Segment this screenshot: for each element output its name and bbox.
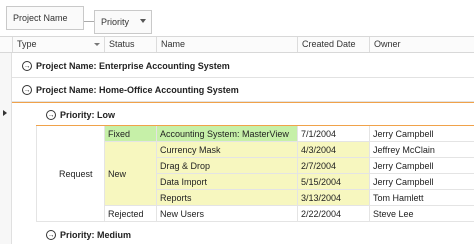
group-row-priority-low[interactable]: → Priority: Low	[46, 103, 466, 127]
cell-text: Accounting System: MasterView	[160, 129, 289, 139]
cell-text: Rejected	[108, 209, 144, 219]
cell-created-date[interactable]: 5/15/2004	[297, 174, 369, 190]
cell-status-fixed[interactable]: Fixed	[104, 126, 156, 142]
cell-text: 4/3/2004	[301, 145, 337, 155]
column-header-label: Type	[17, 39, 37, 49]
group-chip-project-name[interactable]: Project Name	[6, 6, 84, 30]
expand-icon[interactable]: →	[22, 85, 32, 95]
cell-status-rejected[interactable]: Rejected	[104, 206, 156, 222]
cell-text: 5/15/2004	[301, 177, 342, 187]
cell-created-date[interactable]: 2/7/2004	[297, 158, 369, 174]
group-row-label: Priority: Medium	[60, 230, 132, 240]
cell-text: New Users	[160, 209, 205, 219]
cell-text: Drag & Drop	[160, 161, 211, 171]
column-header-row: Type Status Name Created Date Owner	[0, 36, 474, 53]
cell-owner[interactable]: Steve Lee	[369, 206, 474, 222]
group-chip-label: Priority	[101, 17, 130, 27]
cell-text: Reports	[160, 193, 192, 203]
expand-icon[interactable]: →	[46, 110, 56, 120]
cell-owner[interactable]: Tom Hamlett	[369, 190, 474, 206]
cell-text: Jerry Campbell	[373, 177, 434, 187]
current-row-indicator-icon	[3, 110, 7, 116]
cell-name[interactable]: New Users	[156, 206, 297, 222]
column-header-indicator	[0, 37, 12, 52]
cell-text: Jeffrey McClain	[373, 145, 435, 155]
cell-owner[interactable]: Jeffrey McClain	[369, 142, 474, 158]
group-row-label: Project Name: Home-Office Accounting Sys…	[36, 85, 239, 95]
cell-text: 3/13/2004	[301, 193, 342, 203]
group-row-priority-medium[interactable]: → Priority: Medium	[46, 223, 466, 244]
row-indicator-column	[0, 53, 12, 244]
cell-owner[interactable]: Jerry Campbell	[369, 174, 474, 190]
cell-text: 2/22/2004	[301, 209, 342, 219]
cell-name[interactable]: Accounting System: MasterView	[156, 126, 297, 142]
cell-text: Tom Hamlett	[373, 193, 424, 203]
cell-created-date[interactable]: 4/3/2004	[297, 142, 369, 158]
cell-text: Jerry Campbell	[373, 161, 434, 171]
group-row-label: Priority: Low	[60, 110, 116, 120]
cell-created-date[interactable]: 3/13/2004	[297, 190, 369, 206]
column-header-label: Created Date	[302, 39, 356, 49]
cell-name[interactable]: Data Import	[156, 174, 297, 190]
cell-name[interactable]: Reports	[156, 190, 297, 206]
cell-status-new[interactable]: New	[104, 142, 156, 206]
cell-text: Currency Mask	[160, 145, 221, 155]
cell-type-request[interactable]: Request	[36, 126, 104, 222]
group-chip-priority[interactable]: Priority	[94, 10, 152, 34]
sort-indicator-icon	[94, 43, 100, 46]
cell-text: 2/7/2004	[301, 161, 337, 171]
column-header-label: Name	[161, 39, 186, 49]
group-by-panel: Project Name Priority	[0, 0, 474, 36]
cell-text: Fixed	[108, 129, 131, 139]
group-row-project-enterprise[interactable]: → Project Name: Enterprise Accounting Sy…	[22, 54, 462, 78]
cell-name[interactable]: Currency Mask	[156, 142, 297, 158]
cell-owner[interactable]: Jerry Campbell	[369, 158, 474, 174]
cell-text: Request	[59, 168, 93, 179]
column-header-name[interactable]: Name	[156, 37, 297, 52]
cell-text: 7/1/2004	[301, 129, 337, 139]
column-header-created-date[interactable]: Created Date	[297, 37, 369, 52]
column-header-label: Status	[109, 39, 135, 49]
cell-text: Data Import	[160, 177, 208, 187]
column-header-status[interactable]: Status	[104, 37, 156, 52]
chevron-down-icon[interactable]	[140, 19, 146, 23]
column-header-type[interactable]: Type	[12, 37, 104, 52]
cell-created-date[interactable]: 7/1/2004	[297, 126, 369, 142]
group-row-project-home-office[interactable]: → Project Name: Home-Office Accounting S…	[22, 78, 462, 102]
cell-text: Jerry Campbell	[373, 129, 434, 139]
cell-text: New	[108, 168, 127, 179]
column-header-label: Owner	[374, 39, 401, 49]
group-chip-label: Project Name	[13, 13, 68, 23]
group-row-label: Project Name: Enterprise Accounting Syst…	[36, 61, 230, 71]
group-chip-connector	[84, 21, 94, 22]
column-header-owner[interactable]: Owner	[369, 37, 474, 52]
cell-name[interactable]: Drag & Drop	[156, 158, 297, 174]
cell-text: Steve Lee	[373, 209, 414, 219]
cell-owner[interactable]: Jerry Campbell	[369, 126, 474, 142]
expand-icon[interactable]: →	[22, 61, 32, 71]
expand-icon[interactable]: →	[46, 230, 56, 240]
cell-created-date[interactable]: 2/22/2004	[297, 206, 369, 222]
